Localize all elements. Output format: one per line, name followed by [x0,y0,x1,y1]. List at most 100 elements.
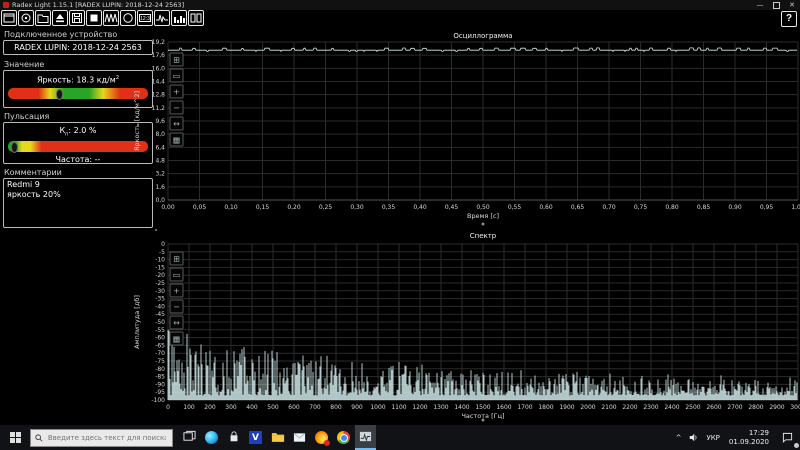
svg-text:0,85: 0,85 [697,204,711,211]
svg-text:-95: -95 [155,389,165,396]
mail-taskbar-button[interactable] [289,425,310,450]
svg-text:0,0: 0,0 [155,197,165,204]
svg-text:3000: 3000 [790,404,800,411]
svg-text:1600: 1600 [496,404,511,411]
svg-text:−: − [173,104,180,113]
firefox-icon [315,431,330,446]
svg-text:2000: 2000 [580,404,595,411]
svg-text:1300: 1300 [433,404,448,411]
svg-text:−: − [173,303,180,312]
svg-text:1800: 1800 [538,404,553,411]
svg-text:12:3: 12:3 [140,16,150,22]
search-input[interactable] [45,432,168,443]
svg-text:16,0: 16,0 [152,65,166,72]
taskbar: V ^ УКР 17:29 01.09.2020 [0,425,800,450]
v-app-icon: V [249,431,262,444]
svg-text:-60: -60 [155,335,165,342]
svg-text:0,90: 0,90 [728,204,742,211]
svg-text:1400: 1400 [454,404,469,411]
svg-text:1500: 1500 [475,404,490,411]
svg-text:-50: -50 [155,319,165,326]
clock[interactable]: 17:29 01.09.2020 [724,429,774,446]
mail-icon [293,428,306,447]
firefox-taskbar-button[interactable] [311,425,332,450]
svg-text:-85: -85 [155,374,165,381]
task-view-taskbar-button[interactable] [179,425,200,450]
action-center-icon[interactable] [774,425,800,450]
help-button[interactable]: ? [781,11,797,27]
svg-text:900: 900 [351,404,363,411]
display-button[interactable]: 12:3 [137,10,153,26]
file-explorer-taskbar-button[interactable] [267,425,288,450]
svg-text:0,10: 0,10 [224,204,238,211]
svg-text:4,8: 4,8 [155,158,165,165]
svg-text:100: 100 [183,404,195,411]
store-icon [228,428,240,447]
search-icon [35,433,43,441]
display-icon: 12:3 [139,14,151,22]
window-button[interactable] [1,10,17,26]
pulse-button[interactable] [154,10,170,26]
tray-chevron-icon[interactable]: ^ [672,425,686,450]
svg-text:-15: -15 [155,264,165,271]
language-indicator[interactable]: УКР [702,425,723,450]
svg-text:▦: ▦ [173,136,181,145]
svg-text:-25: -25 [155,280,165,287]
svg-text:-65: -65 [155,342,165,349]
spectrum-button[interactable] [171,10,187,26]
eject-button[interactable] [52,10,68,26]
svg-text:2400: 2400 [664,404,679,411]
start-button[interactable] [0,425,30,450]
v-app-taskbar-button[interactable]: V [245,425,266,450]
close-button[interactable]: ✕ [784,0,800,10]
eject-icon [56,14,64,23]
svg-text:⊞: ⊞ [173,255,180,264]
tray-date: 01.09.2020 [728,437,769,446]
save-icon [72,13,82,23]
svg-text:2200: 2200 [622,404,637,411]
chrome-icon [337,431,350,444]
svg-text:⊞: ⊞ [173,56,180,65]
svg-text:0,25: 0,25 [319,204,333,211]
minimize-button[interactable]: — [752,0,768,10]
svg-text:-75: -75 [155,358,165,365]
pulsation-marker [10,141,18,153]
svg-text:0: 0 [166,404,170,411]
taskbar-search[interactable] [30,428,173,447]
svg-text:0,95: 0,95 [760,204,774,211]
open-folder-button[interactable] [35,10,51,26]
svg-text:2700: 2700 [727,404,742,411]
store-taskbar-button[interactable] [223,425,244,450]
stop-button[interactable] [86,10,102,26]
svg-text:▭: ▭ [173,72,181,81]
svg-text:1900: 1900 [559,404,574,411]
settings-button[interactable] [18,10,34,26]
svg-text:-40: -40 [155,303,165,310]
svg-text:Амплитуда [дб]: Амплитуда [дб] [133,295,141,349]
svg-text:-55: -55 [155,327,165,334]
maximize-button[interactable] [768,0,784,10]
chrome-taskbar-button[interactable] [333,425,354,450]
svg-text:3,2: 3,2 [155,171,165,178]
spectrum-chart: -100 -95 -90 -85 -80 -75 -70 -65 -60 -55 -50 -45 -40… [130,228,800,424]
waveform-icon [104,13,118,23]
edge-taskbar-button[interactable] [201,425,222,450]
svg-text:-70: -70 [155,350,165,357]
svg-text:2100: 2100 [601,404,616,411]
stop-icon [90,14,98,22]
svg-text:Осциллограмма: Осциллограмма [453,32,512,40]
radex-app-taskbar-button[interactable] [355,425,376,450]
svg-text:0,65: 0,65 [571,204,585,211]
speaker-icon[interactable] [685,425,702,450]
svg-text:2600: 2600 [706,404,721,411]
oscillogram-chart: 0,0 1,6 3,2 4,8 6,4 8,0 9,6 11,2 12,8 14,4 16,0 17,… [130,28,800,228]
layout-button[interactable] [188,10,204,26]
record-button[interactable] [120,10,136,26]
pulse-icon [156,14,168,23]
save-button[interactable] [69,10,85,26]
svg-text:600: 600 [288,404,300,411]
svg-text:0,30: 0,30 [350,204,364,211]
waveform-button[interactable] [103,10,119,26]
svg-text:0,70: 0,70 [602,204,616,211]
svg-text:1700: 1700 [517,404,532,411]
